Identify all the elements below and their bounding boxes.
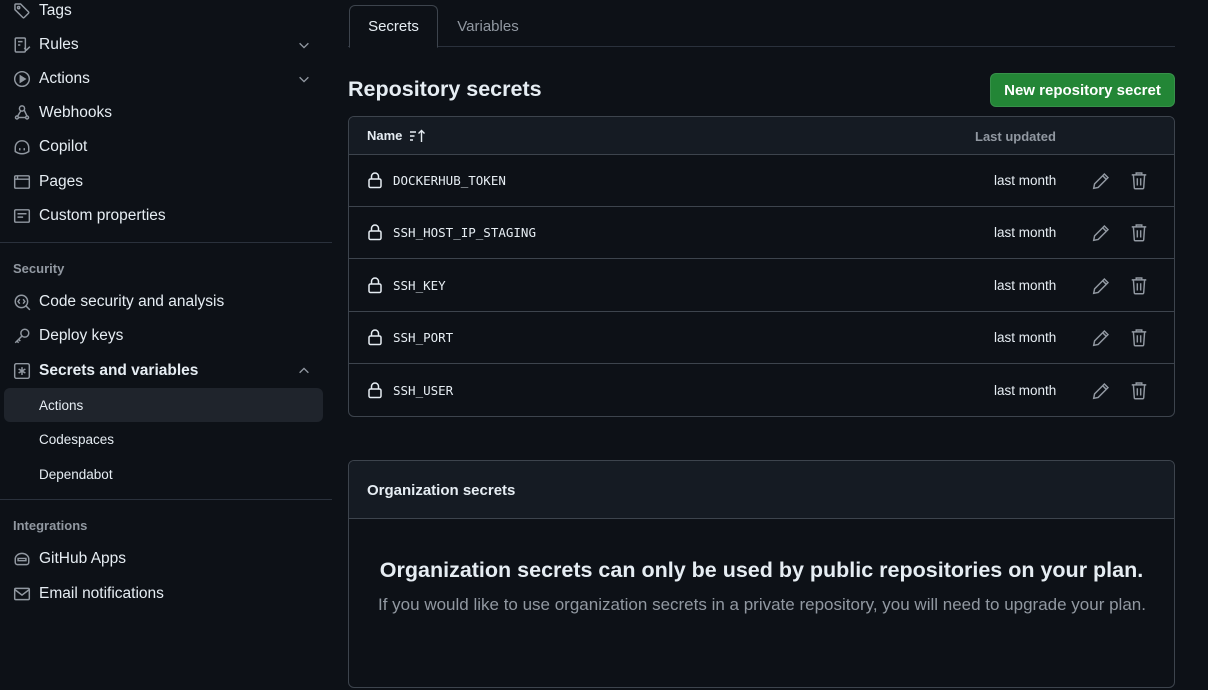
- lock-icon: [368, 382, 382, 399]
- copilot-icon: [13, 138, 31, 156]
- tab-variables[interactable]: Variables: [440, 5, 536, 47]
- blankslate-heading: Organization secrets can only be used by…: [379, 558, 1144, 582]
- secret-last-updated: last month: [994, 383, 1057, 398]
- organization-secrets-header: Organization secrets: [349, 461, 1174, 519]
- sidebar-item-label: Copilot: [39, 138, 88, 155]
- table-header: Name Last updated: [349, 117, 1174, 155]
- secret-name: SSH_KEY: [393, 278, 446, 293]
- table-row: DOCKERHUB_TOKEN last month: [349, 155, 1174, 207]
- secret-last-updated: last month: [994, 330, 1057, 345]
- sidebar-divider: [0, 499, 332, 500]
- sidebar-item-label: Custom properties: [39, 207, 166, 224]
- key-icon: [13, 327, 31, 345]
- trash-icon[interactable]: [1130, 171, 1148, 190]
- lock-icon: [368, 329, 382, 346]
- pencil-icon[interactable]: [1092, 277, 1110, 295]
- table-row: SSH_HOST_IP_STAGING last month: [349, 207, 1174, 259]
- sidebar-subitem-actions[interactable]: Actions: [4, 388, 323, 422]
- settings-sidebar: Tags Rules Actions Webhooks Copilot Page…: [0, 0, 332, 690]
- column-header-name[interactable]: Name: [367, 128, 427, 143]
- repository-secrets-table: Name Last updated DOCKERHUB_TOKEN last m…: [348, 116, 1175, 417]
- codescan-icon: [13, 293, 31, 311]
- table-row: SSH_PORT last month: [349, 312, 1174, 364]
- sidebar-item-label: Actions: [39, 70, 90, 87]
- mail-icon: [13, 585, 31, 603]
- table-row: SSH_KEY last month: [349, 260, 1174, 312]
- sidebar-item-label: Secrets and variables: [39, 362, 199, 379]
- sidebar-item-secrets-and-variables[interactable]: Secrets and variables: [4, 354, 323, 388]
- pencil-icon[interactable]: [1092, 224, 1110, 242]
- sidebar-item-label: Email notifications: [39, 585, 164, 602]
- section-heading-security: Security: [13, 261, 65, 276]
- chevron-down-icon: [299, 76, 309, 83]
- sidebar-item-email-notifications[interactable]: Email notifications: [4, 577, 323, 611]
- sidebar-item-tags[interactable]: Tags: [4, 0, 323, 28]
- sidebar-item-github-apps[interactable]: GitHub Apps: [4, 542, 323, 576]
- browser-icon: [13, 173, 31, 191]
- secret-last-updated: last month: [994, 173, 1057, 188]
- secret-name: SSH_USER: [393, 383, 454, 398]
- trash-icon[interactable]: [1130, 223, 1148, 242]
- sidebar-item-custom-properties[interactable]: Custom properties: [4, 199, 323, 233]
- sidebar-item-label: Tags: [39, 2, 72, 19]
- sidebar-subitem-codespaces[interactable]: Codespaces: [4, 422, 323, 456]
- chevron-up-icon: [299, 367, 309, 374]
- pencil-icon[interactable]: [1092, 382, 1110, 400]
- sidebar-item-actions[interactable]: Actions: [4, 62, 323, 96]
- sidebar-item-rules[interactable]: Rules: [4, 28, 323, 62]
- secret-name: SSH_HOST_IP_STAGING: [393, 225, 536, 240]
- organization-secrets-panel: Organization secrets Organization secret…: [348, 460, 1175, 688]
- sidebar-item-label: Deploy keys: [39, 327, 124, 344]
- webhook-icon: [13, 104, 31, 122]
- play-icon: [13, 70, 31, 88]
- secrets-tabs: Secrets Variables: [348, 5, 1175, 48]
- table-row: SSH_USER last month: [349, 365, 1174, 416]
- trash-icon[interactable]: [1130, 381, 1148, 400]
- new-repository-secret-button[interactable]: New repository secret: [990, 73, 1175, 107]
- sidebar-subitem-dependabot[interactable]: Dependabot: [4, 457, 323, 491]
- sidebar-item-label: Code security and analysis: [39, 293, 225, 310]
- trash-icon[interactable]: [1130, 328, 1148, 347]
- pencil-icon[interactable]: [1092, 329, 1110, 347]
- chevron-down-icon: [299, 42, 309, 49]
- blankslate-description: If you would like to use organization se…: [378, 595, 1146, 614]
- organization-secrets-title: Organization secrets: [367, 482, 516, 499]
- sidebar-item-webhooks[interactable]: Webhooks: [4, 96, 323, 130]
- secret-name: SSH_PORT: [393, 330, 454, 345]
- page-title: Repository secrets: [348, 77, 542, 101]
- lock-icon: [368, 172, 382, 189]
- asterisk-icon: [13, 362, 31, 380]
- secret-last-updated: last month: [994, 225, 1057, 240]
- hubot-icon: [13, 550, 31, 568]
- sidebar-item-label: Webhooks: [39, 104, 112, 121]
- sidebar-item-label: GitHub Apps: [39, 550, 127, 567]
- tag-icon: [13, 2, 31, 20]
- sidebar-item-code-security[interactable]: Code security and analysis: [4, 285, 323, 319]
- tab-secrets[interactable]: Secrets: [349, 5, 438, 48]
- secret-name: DOCKERHUB_TOKEN: [393, 173, 506, 188]
- pencil-icon[interactable]: [1092, 172, 1110, 190]
- sidebar-item-label: Pages: [39, 173, 83, 190]
- rules-icon: [13, 36, 31, 54]
- secret-last-updated: last month: [994, 278, 1057, 293]
- lock-icon: [368, 277, 382, 294]
- column-header-label: Name: [367, 128, 403, 143]
- sort-ascending-icon[interactable]: [409, 129, 427, 143]
- section-heading-integrations: Integrations: [13, 518, 88, 533]
- sidebar-item-pages[interactable]: Pages: [4, 165, 323, 199]
- trash-icon[interactable]: [1130, 276, 1148, 295]
- sidebar-item-copilot[interactable]: Copilot: [4, 130, 323, 164]
- sidebar-divider: [0, 242, 332, 243]
- sidebar-item-label: Rules: [39, 36, 79, 53]
- column-header-last-updated: Last updated: [975, 129, 1056, 144]
- sidebar-item-deploy-keys[interactable]: Deploy keys: [4, 319, 323, 353]
- lock-icon: [368, 224, 382, 241]
- note-icon: [13, 207, 31, 225]
